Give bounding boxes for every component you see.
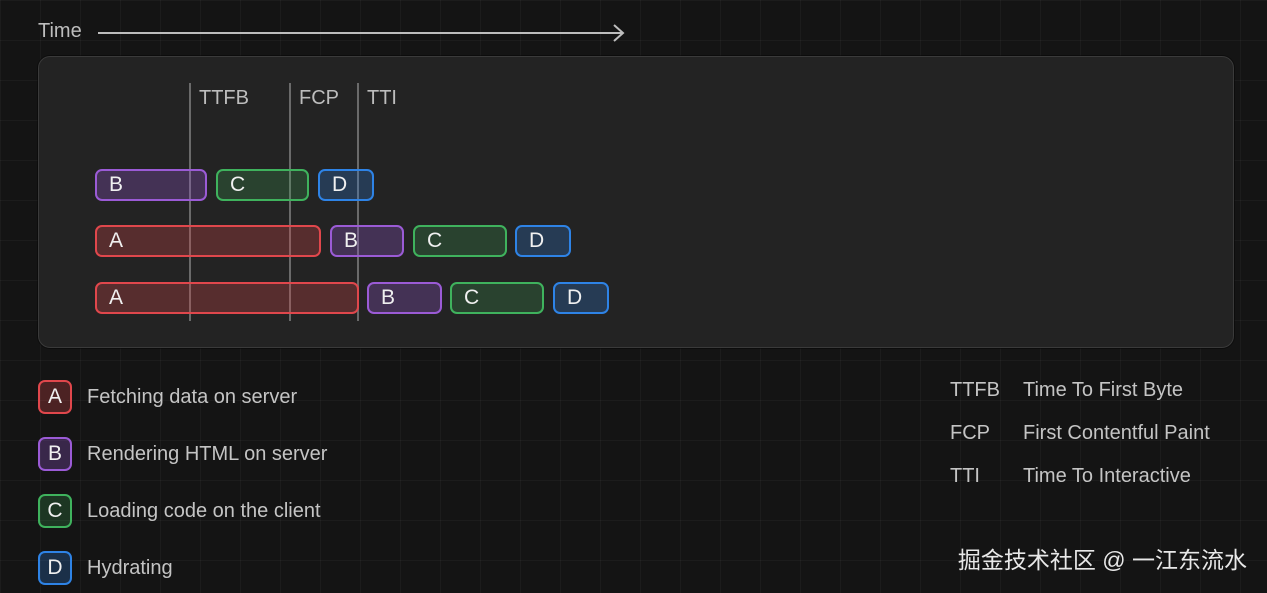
row1-bar-c: C: [216, 169, 309, 201]
abbreviation-key: TTI: [950, 464, 980, 487]
row2-bar-b: B: [330, 225, 404, 257]
legend-box-c: C: [38, 494, 72, 528]
abbreviation-row-ttfb: TTFB Time To First Byte: [950, 376, 1183, 404]
row1-bar-d: D: [318, 169, 374, 201]
legend-text-d: Hydrating: [87, 556, 173, 579]
legend-item-b: B Rendering HTML on server: [38, 436, 327, 472]
legend-box-b: B: [38, 437, 72, 471]
legend-item-a: A Fetching data on server: [38, 379, 297, 415]
row2-bar-d: D: [515, 225, 571, 257]
row2-bar-a: A: [95, 225, 321, 257]
row3-bar-a: A: [95, 282, 359, 314]
row3-bar-d: D: [553, 282, 609, 314]
row1-bar-b: B: [95, 169, 207, 201]
legend-text-c: Loading code on the client: [87, 499, 321, 522]
watermark-text: 掘金技术社区 @ 一江东流水: [957, 547, 1247, 573]
legend-text-a: Fetching data on server: [87, 385, 298, 408]
abbreviation-definition: Time To Interactive: [1023, 464, 1191, 487]
legend-item-c: C Loading code on the client: [38, 493, 321, 529]
abbreviation-key: TTFB: [950, 378, 1000, 401]
row3-bar-b: B: [367, 282, 442, 314]
tti-marker-label: TTI: [367, 87, 397, 109]
ttfb-marker-label: TTFB: [199, 87, 249, 109]
legend-box-d: D: [38, 551, 72, 585]
fcp-marker-label: FCP: [299, 87, 339, 109]
time-axis-arrow: [98, 24, 625, 42]
abbreviation-row-fcp: FCP First Contentful Paint: [950, 419, 1210, 447]
time-axis-label: Time: [38, 20, 82, 42]
legend-item-d: D Hydrating: [38, 550, 173, 586]
abbreviation-definition: Time To First Byte: [1023, 378, 1184, 401]
abbreviation-key: FCP: [950, 421, 990, 444]
row2-bar-c: C: [413, 225, 507, 257]
abbreviation-definition: First Contentful Paint: [1023, 421, 1210, 444]
legend-box-a: A: [38, 380, 72, 414]
abbreviation-row-tti: TTI Time To Interactive: [950, 462, 1191, 490]
legend-text-b: Rendering HTML on server: [87, 442, 328, 465]
timeline-panel: TTFB FCP TTI B C D A B C D A B C D: [38, 56, 1234, 348]
row3-bar-c: C: [450, 282, 544, 314]
